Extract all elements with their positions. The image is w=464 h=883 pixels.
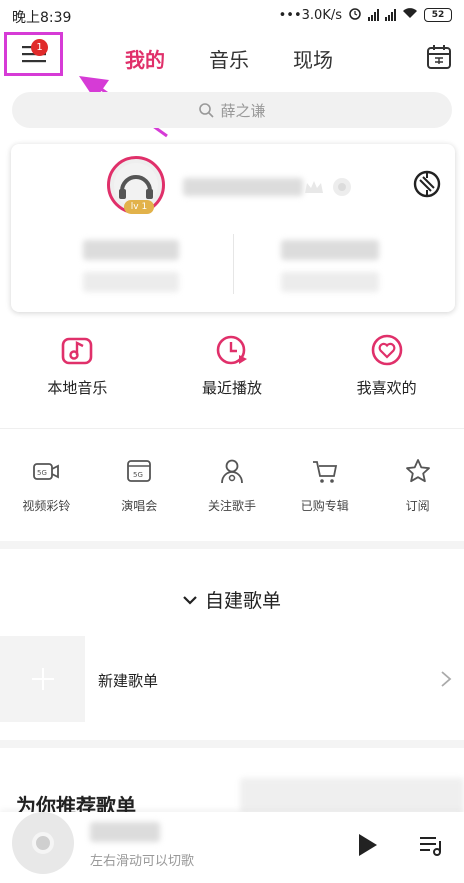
video-ringtone-button[interactable]: 5G 视频彩铃 (0, 457, 93, 514)
purchased-album-button[interactable]: 已购专辑 (278, 457, 371, 514)
level-badge: lv 1 (124, 200, 154, 214)
cart-icon (312, 461, 337, 483)
video-ringtone-icon: 5G (33, 463, 60, 480)
profile-card[interactable]: lv 1 (11, 144, 455, 312)
favorite-button[interactable]: 我喜欢的 (309, 333, 464, 398)
search-placeholder: 薛之谦 (220, 101, 266, 120)
swipe-hint: 左右滑动可以切歌 (90, 854, 195, 869)
new-playlist-row[interactable]: 新建歌单 (0, 636, 464, 722)
new-playlist-thumb (0, 636, 85, 722)
svg-text:5G: 5G (133, 471, 143, 479)
tab-music[interactable]: 音乐 (209, 44, 249, 73)
aperture-icon (413, 170, 441, 198)
stat-left-blurred (83, 240, 179, 260)
chevron-down-icon (183, 595, 197, 605)
recent-play-icon (216, 335, 247, 365)
subscribe-button[interactable]: 订阅 (371, 457, 464, 514)
recent-play-label: 最近播放 (202, 379, 263, 397)
alarm-icon (348, 6, 362, 24)
stat-right-sub-blurred (281, 272, 379, 292)
crown-icon (303, 178, 325, 200)
status-icons: •••3.0K/s 52 (279, 6, 452, 24)
playlist-header-label: 自建歌单 (204, 590, 281, 612)
disc-center (32, 832, 54, 854)
search-icon (199, 103, 215, 118)
purchased-album-label: 已购专辑 (300, 499, 349, 513)
play-icon[interactable] (357, 832, 379, 858)
followed-singer-icon (221, 459, 243, 484)
top-tabs: 我的 音乐 现场 (125, 44, 333, 73)
username-blurred (183, 178, 303, 196)
concert-icon: 5G (127, 460, 152, 482)
divider (0, 428, 464, 429)
new-playlist-label: 新建歌单 (98, 672, 159, 690)
menu-button[interactable]: 1 (4, 32, 63, 76)
scan-button[interactable] (413, 170, 441, 198)
section-divider (0, 541, 464, 549)
stat-left-sub-blurred (83, 272, 179, 292)
mini-player[interactable]: 左右滑动可以切歌 (0, 812, 464, 883)
local-music-icon (62, 337, 93, 365)
status-bar: 晚上8:39 •••3.0K/s 52 (0, 0, 464, 32)
followed-singer-label: 关注歌手 (207, 499, 256, 513)
calendar-icon (427, 45, 451, 69)
favorite-icon (371, 334, 402, 366)
status-time: 晚上8:39 (12, 10, 72, 26)
calendar-button[interactable] (426, 44, 452, 70)
signal-icon (368, 9, 379, 21)
search-bar[interactable]: 薛之谦 (12, 92, 452, 128)
recent-play-button[interactable]: 最近播放 (155, 333, 310, 398)
chevron-right-icon (441, 671, 452, 687)
network-speed: •••3.0K/s (278, 7, 342, 23)
vip-icon (331, 176, 353, 202)
video-ringtone-label: 视频彩铃 (22, 499, 71, 513)
section-divider-2 (0, 740, 464, 748)
followed-singer-button[interactable]: 关注歌手 (186, 457, 279, 514)
star-icon (405, 459, 430, 483)
playlist-queue-icon[interactable] (418, 832, 444, 858)
main-actions: 本地音乐 最近播放 我喜欢的 (0, 333, 464, 398)
local-music-label: 本地音乐 (47, 379, 108, 397)
stat-right-blurred (281, 240, 379, 260)
subscribe-label: 订阅 (405, 499, 430, 513)
local-music-button[interactable]: 本地音乐 (0, 333, 155, 398)
playlist-header[interactable]: 自建歌单 (0, 586, 464, 613)
svg-text:5G: 5G (37, 469, 47, 477)
tab-live[interactable]: 现场 (293, 44, 333, 73)
concert-label: 演唱会 (121, 499, 158, 513)
notification-badge: 1 (31, 39, 48, 56)
tab-mine[interactable]: 我的 (125, 44, 165, 73)
secondary-actions: 5G 视频彩铃 5G 演唱会 关注歌手 已购专辑 订阅 (0, 457, 464, 514)
battery-icon: 52 (424, 8, 452, 22)
album-disc[interactable] (12, 812, 74, 874)
recommended-right-blurred (240, 778, 464, 812)
favorite-label: 我喜欢的 (356, 379, 417, 397)
card-divider (233, 234, 234, 294)
plus-icon (31, 668, 54, 690)
signal-icon-2 (385, 9, 396, 21)
concert-button[interactable]: 5G 演唱会 (93, 457, 186, 514)
song-title-blurred (90, 822, 160, 842)
wifi-icon (402, 7, 418, 23)
